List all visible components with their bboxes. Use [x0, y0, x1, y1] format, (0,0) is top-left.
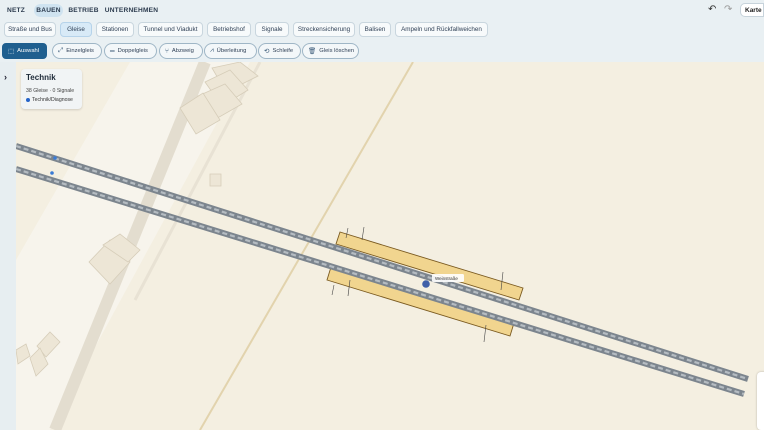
- nav-tab-netz[interactable]: NETZ: [4, 4, 28, 17]
- tool-schleife[interactable]: ⟲ Schleife: [258, 43, 301, 59]
- status-dot-icon: [26, 97, 30, 102]
- category-gleise[interactable]: Gleise: [60, 22, 92, 37]
- tool-doppelgleis[interactable]: ═ Doppelgleis: [104, 43, 157, 59]
- tool-label: Abzweig: [171, 48, 194, 54]
- nav-tab-unternehmen[interactable]: UNTERNEHMEN: [105, 4, 158, 17]
- crossover-icon: ⩘: [210, 47, 214, 54]
- tool-auswahl[interactable]: ⬚ Auswahl: [2, 43, 47, 59]
- double-track-icon: ═: [110, 47, 115, 55]
- category-signale[interactable]: Signale: [255, 22, 289, 37]
- redo-icon[interactable]: ↷: [724, 4, 732, 15]
- category-betriebshof[interactable]: Betriebshof: [207, 22, 251, 37]
- map-button[interactable]: Karte: [740, 3, 764, 17]
- map-zoom-control[interactable]: [757, 372, 764, 430]
- tool-abzweig[interactable]: ⑂ Abzweig: [159, 43, 203, 59]
- tool-label: Einzelgleis: [66, 48, 94, 54]
- trash-icon: 🗑: [308, 48, 317, 55]
- category-tunnel-und-viadukt[interactable]: Tunnel und Viadukt: [138, 22, 203, 37]
- info-tag[interactable]: Technik/Diagnose: [26, 97, 73, 103]
- info-stats: 38 Gleise · 0 Signale: [26, 88, 75, 94]
- category-balisen[interactable]: Balisen: [359, 22, 391, 37]
- info-title: Technik: [26, 73, 56, 82]
- station-marker-icon[interactable]: [422, 280, 430, 288]
- category-stationen[interactable]: Stationen: [96, 22, 134, 37]
- tool-label: Gleis löschen: [319, 48, 355, 54]
- map-canvas[interactable]: Weinstraße: [16, 62, 764, 430]
- nav-tab-bauen[interactable]: BAUEN: [34, 4, 63, 17]
- branch-icon: ⑂: [165, 47, 169, 55]
- single-track-icon: ⤢: [58, 47, 64, 54]
- track-marker: [50, 171, 54, 175]
- track-marker: [53, 156, 57, 160]
- info-tag-label: Technik/Diagnose: [32, 97, 73, 103]
- select-icon: ⬚: [8, 48, 15, 55]
- category-ampeln-und-rueckfallweichen[interactable]: Ampeln und Rückfallweichen: [395, 22, 488, 37]
- loop-icon: ⟲: [264, 48, 270, 55]
- tool-label: Überleitung: [216, 48, 247, 54]
- tool-label: Auswahl: [17, 48, 40, 54]
- tool-label: Doppelgleis: [117, 48, 148, 54]
- station-label: Weinstraße: [435, 276, 458, 281]
- sidebar: [0, 62, 16, 430]
- top-toolbar: NETZ BAUEN BETRIEB UNTERNEHMEN ↶ ↷ Karte…: [0, 0, 764, 62]
- category-streckensicherung[interactable]: Streckensicherung: [293, 22, 355, 37]
- tool-label: Schleife: [272, 48, 294, 54]
- info-panel: Technik 38 Gleise · 0 Signale Technik/Di…: [21, 69, 82, 109]
- undo-icon[interactable]: ↶: [708, 4, 716, 15]
- chevron-right-icon[interactable]: ›: [4, 72, 7, 82]
- category-strasse-und-bus[interactable]: Straße und Bus: [4, 22, 56, 37]
- nav-tab-betrieb[interactable]: BETRIEB: [68, 4, 99, 17]
- tool-gleis-loeschen[interactable]: 🗑 Gleis löschen: [302, 43, 359, 59]
- tool-ueberleitung[interactable]: ⩘ Überleitung: [204, 43, 257, 59]
- tool-einzelgleis[interactable]: ⤢ Einzelgleis: [52, 43, 102, 59]
